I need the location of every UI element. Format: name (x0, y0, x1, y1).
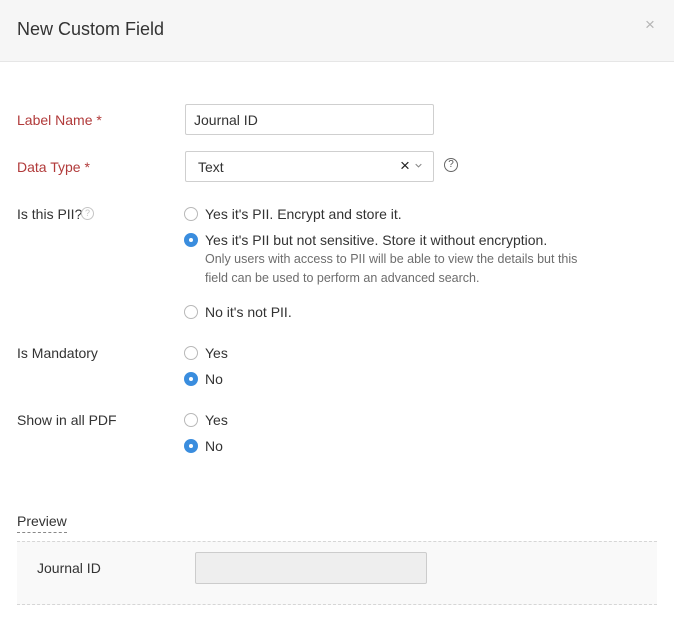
label-name-label: Label Name * (17, 112, 102, 128)
chevron-down-icon[interactable] (415, 162, 422, 169)
data-type-select[interactable]: Text × (185, 151, 434, 182)
label-name-input[interactable] (185, 104, 434, 135)
pii-option-none-label[interactable]: No it's not PII. (205, 304, 292, 320)
pii-option-none-radio[interactable] (184, 305, 198, 319)
pii-option-not-sensitive-label[interactable]: Yes it's PII but not sensitive. Store it… (205, 232, 547, 248)
mandatory-label: Is Mandatory (17, 345, 98, 361)
data-type-value: Text (198, 159, 224, 175)
dialog-header: New Custom Field × (0, 0, 674, 62)
pii-option-encrypt-radio[interactable] (184, 207, 198, 221)
data-type-label: Data Type * (17, 159, 90, 175)
pii-label: Is this PII? (17, 206, 83, 222)
mandatory-no-label[interactable]: No (205, 371, 223, 387)
pii-option-not-sensitive-radio[interactable] (184, 233, 198, 247)
clear-icon[interactable]: × (400, 157, 410, 174)
preview-field-input (195, 552, 427, 584)
show-pdf-label: Show in all PDF (17, 412, 117, 428)
show-pdf-no-label[interactable]: No (205, 438, 223, 454)
show-pdf-yes-radio[interactable] (184, 413, 198, 427)
preview-field-label: Journal ID (37, 560, 101, 576)
mandatory-no-radio[interactable] (184, 372, 198, 386)
preview-heading: Preview (17, 513, 67, 533)
data-type-help-icon[interactable]: ? (444, 158, 458, 172)
dialog-title: New Custom Field (17, 19, 165, 39)
show-pdf-yes-label[interactable]: Yes (205, 412, 228, 428)
pii-help-icon[interactable]: ? (81, 207, 94, 220)
close-icon[interactable]: × (645, 16, 655, 33)
mandatory-yes-radio[interactable] (184, 346, 198, 360)
mandatory-yes-label[interactable]: Yes (205, 345, 228, 361)
preview-box: Journal ID (17, 541, 657, 605)
pii-option-encrypt-label[interactable]: Yes it's PII. Encrypt and store it. (205, 206, 402, 222)
show-pdf-no-radio[interactable] (184, 439, 198, 453)
pii-option-description: Only users with access to PII will be ab… (205, 252, 578, 285)
